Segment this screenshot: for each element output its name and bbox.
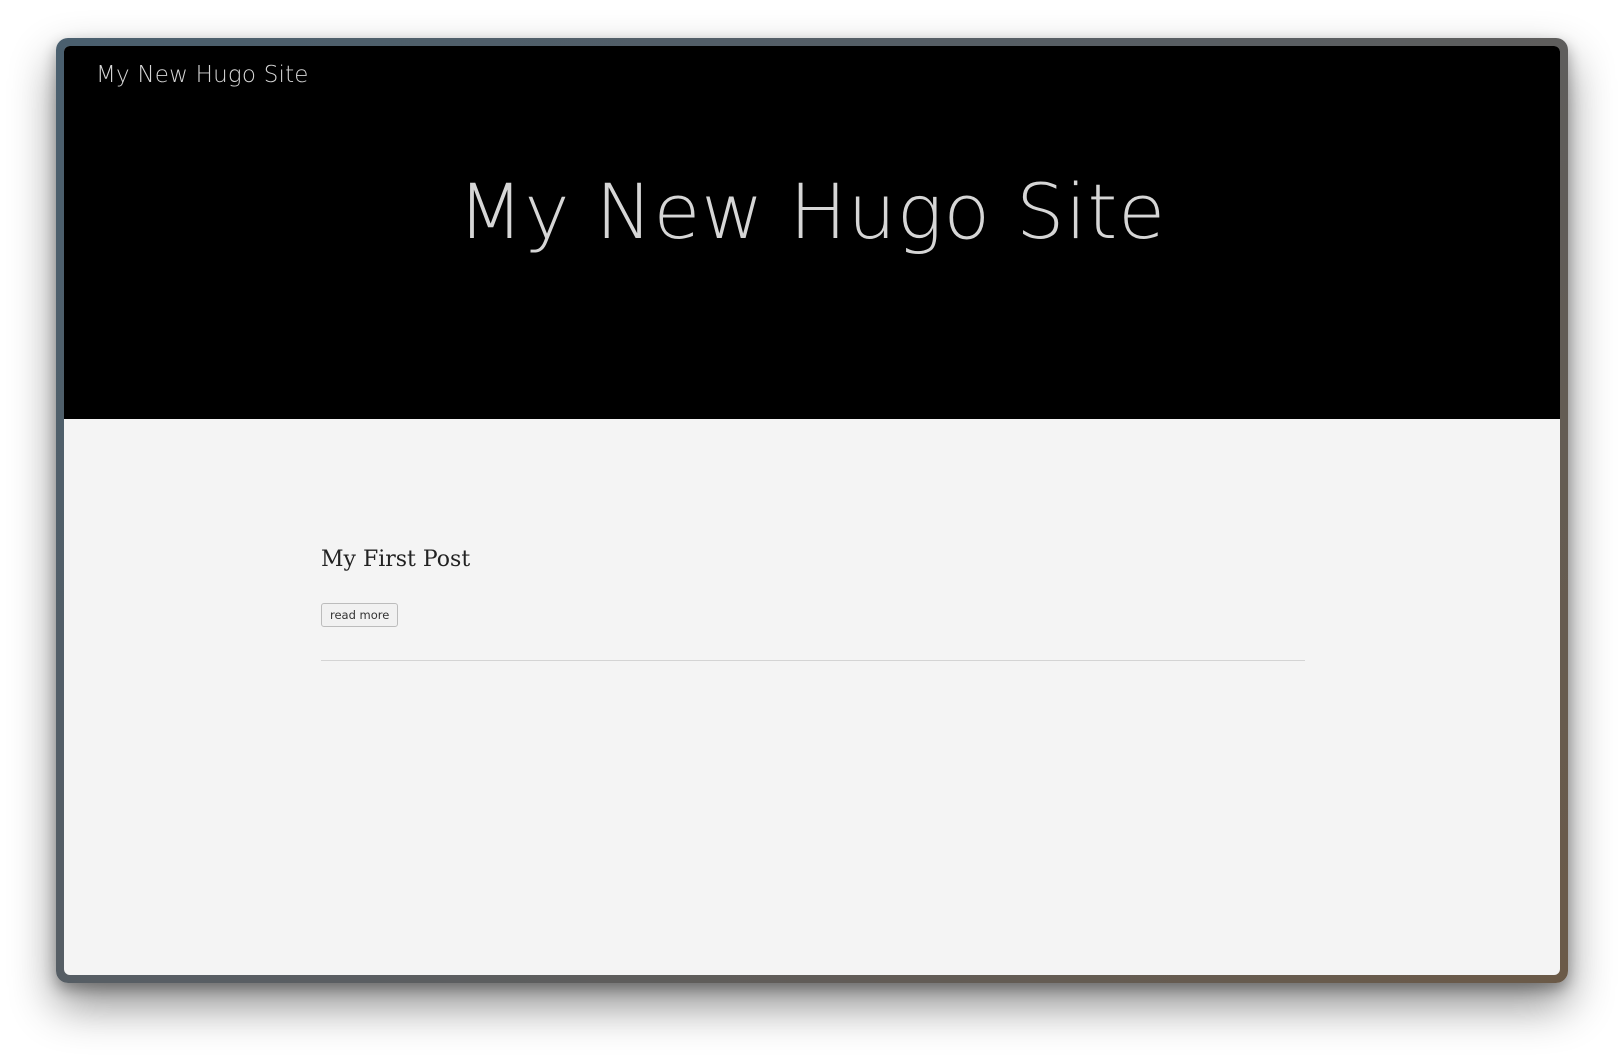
post-title-link[interactable]: My First Post [321,547,470,572]
hero-title: My New Hugo Site [457,167,1167,256]
browser-window-frame: My New Hugo Site My New Hugo Site My Fir… [56,38,1568,983]
site-header: My New Hugo Site My New Hugo Site [64,46,1560,419]
site-brand-link[interactable]: My New Hugo Site [96,62,309,88]
page-viewport: My New Hugo Site My New Hugo Site My Fir… [64,46,1560,975]
read-more-button[interactable]: read more [321,603,399,627]
post-divider [321,660,1305,661]
